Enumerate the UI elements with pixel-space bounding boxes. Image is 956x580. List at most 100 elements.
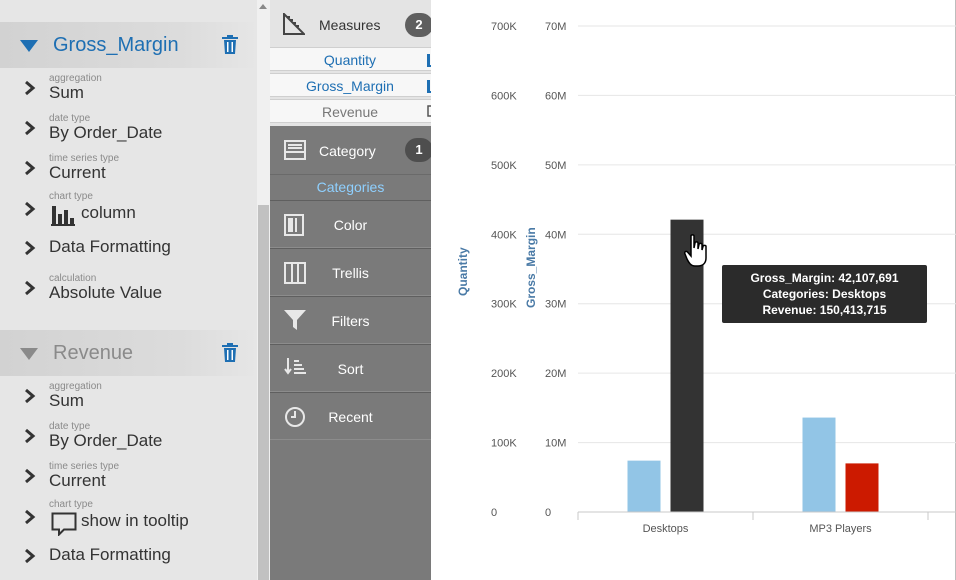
trash-icon[interactable] [222,35,238,54]
y-tick-label-gross-margin: 10M [545,438,566,450]
chevron-right-icon [25,548,36,564]
y-tick-label-gross-margin: 50M [545,160,566,172]
trellis-shelf[interactable]: Trellis [270,248,431,296]
bar-gross-margin[interactable] [845,463,879,512]
y-tick-label-quantity: 600K [491,90,517,102]
pill-label: Revenue [321,104,379,120]
filters-shelf[interactable]: Filters [270,296,431,344]
tooltip-line: Revenue: 150,413,715 [762,303,887,317]
chart-tooltip: Gross_Margin: 42,107,691 Categories: Des… [722,265,927,323]
tooltip-icon [51,512,77,536]
setting-value: By Order_Date [49,123,163,142]
y-tick-label-quantity: 200K [491,368,517,380]
shelf-label: Color [333,217,368,233]
y-tick-label-quantity: 100K [491,438,517,450]
shelf-label: Sort [337,361,364,377]
shelf-label: Filters [331,313,370,329]
aggregation-setting[interactable]: aggregation Sum [0,378,258,418]
chevron-right-icon [25,120,36,136]
y-tick-label-gross-margin: 60M [545,90,566,102]
y-tick-label-gross-margin: 20M [545,368,566,380]
chart-type-setting[interactable]: chart type show in tooltip [0,496,258,536]
measure-settings-panel: Gross_Margin aggregation Sum date type B… [0,0,270,580]
setting-value: column [81,203,136,222]
time-series-type-setting[interactable]: time series type Current [0,458,258,498]
x-tick-label: Desktops [643,523,689,535]
setting-value: Current [49,471,106,490]
setting-value: Data Formatting [49,237,171,256]
measure-header-gross-margin[interactable]: Gross_Margin [0,22,258,68]
measures-shelf: Measures 2 Quantity Gross_Margin Revenue [270,0,431,126]
chevron-right-icon [25,201,36,217]
setting-value: Sum [49,83,84,102]
measures-shelf-header[interactable]: Measures 2 [270,0,431,48]
calculation-setting[interactable]: calculation Absolute Value [0,270,258,310]
color-shelf[interactable]: Color [270,200,431,248]
measure-pill-revenue[interactable]: Revenue [270,99,431,123]
measures-count-badge: 2 [405,13,431,37]
y-tick-label-quantity: 0 [491,507,497,519]
chart-type-setting[interactable]: chart type column [0,188,258,228]
chevron-right-icon [25,388,36,404]
trash-icon[interactable] [222,343,238,362]
y-tick-label-quantity: 500K [491,160,517,172]
setting-label: chart type [49,499,93,510]
y-axis-label-gross-margin: Gross_Margin [524,227,538,308]
chart-area: 0 100K 200K 300K 400K 500K 600K 700K 0 10M 20M 30M… [431,0,956,580]
tooltip-line: Categories: Desktops [762,287,887,301]
scrollbar-thumb[interactable] [258,205,269,580]
y-tick-label-gross-margin: 70M [545,21,566,33]
setting-label: chart type [49,191,93,202]
date-type-setting[interactable]: date type By Order_Date [0,418,258,458]
collapse-triangle-icon[interactable] [20,348,38,360]
setting-value: Sum [49,391,84,410]
y-axis-label-quantity: Quantity [456,247,470,296]
y-tick-label-quantity: 400K [491,229,517,241]
chevron-right-icon [25,240,36,256]
chevron-right-icon [25,428,36,444]
measure-header-revenue[interactable]: Revenue [0,330,258,376]
inbox-icon [284,140,306,160]
y-tick-label-gross-margin: 40M [545,229,566,241]
tooltip-line: Gross_Margin: 42,107,691 [750,271,899,285]
setting-value: show in tooltip [81,511,189,530]
bar-quantity[interactable] [627,460,661,512]
data-formatting-setting[interactable]: Data Formatting [0,538,258,578]
chevron-right-icon [25,160,36,176]
y-tick-label-quantity: 700K [491,21,517,33]
category-item-categories[interactable]: Categories [270,174,431,200]
category-count-badge: 1 [405,138,431,162]
x-tick-label: MP3 Players [809,523,872,535]
recent-shelf[interactable]: Recent [270,392,431,440]
encoding-panel: Measures 2 Quantity Gross_Margin Revenue [270,0,431,580]
measure-name: Gross_Margin [53,34,179,56]
y-tick-label-quantity: 300K [491,299,517,311]
y-tick-label-gross-margin: 0 [545,507,551,519]
pill-label: Gross_Margin [306,78,394,94]
scroll-up-arrow-icon[interactable] [259,4,267,9]
date-type-setting[interactable]: date type By Order_Date [0,110,258,150]
category-item-label: Categories [316,179,385,195]
data-formatting-setting[interactable]: Data Formatting [0,230,258,270]
shelf-label: Recent [328,409,373,425]
measure-pill-gross-margin[interactable]: Gross_Margin [270,73,431,97]
measure-pill-quantity[interactable]: Quantity [270,47,431,71]
pill-label: Quantity [323,52,377,68]
setting-value: By Order_Date [49,431,163,450]
vertical-scrollbar[interactable] [257,0,270,580]
setting-value: Data Formatting [49,545,171,564]
ruler-icon [283,13,305,35]
measures-label: Measures [319,17,381,33]
chevron-right-icon [25,280,36,296]
setting-value: Absolute Value [49,283,163,302]
sort-shelf[interactable]: Sort [270,344,431,392]
chevron-right-icon [25,468,36,484]
collapse-triangle-icon[interactable] [20,40,38,52]
category-shelf-header[interactable]: Category 1 [270,126,431,174]
hand-cursor-icon [684,234,707,267]
time-series-type-setting[interactable]: time series type Current [0,150,258,190]
shelf-label: Trellis [332,265,369,281]
chevron-right-icon [25,80,36,96]
bar-quantity[interactable] [802,417,836,512]
aggregation-setting[interactable]: aggregation Sum [0,70,258,110]
